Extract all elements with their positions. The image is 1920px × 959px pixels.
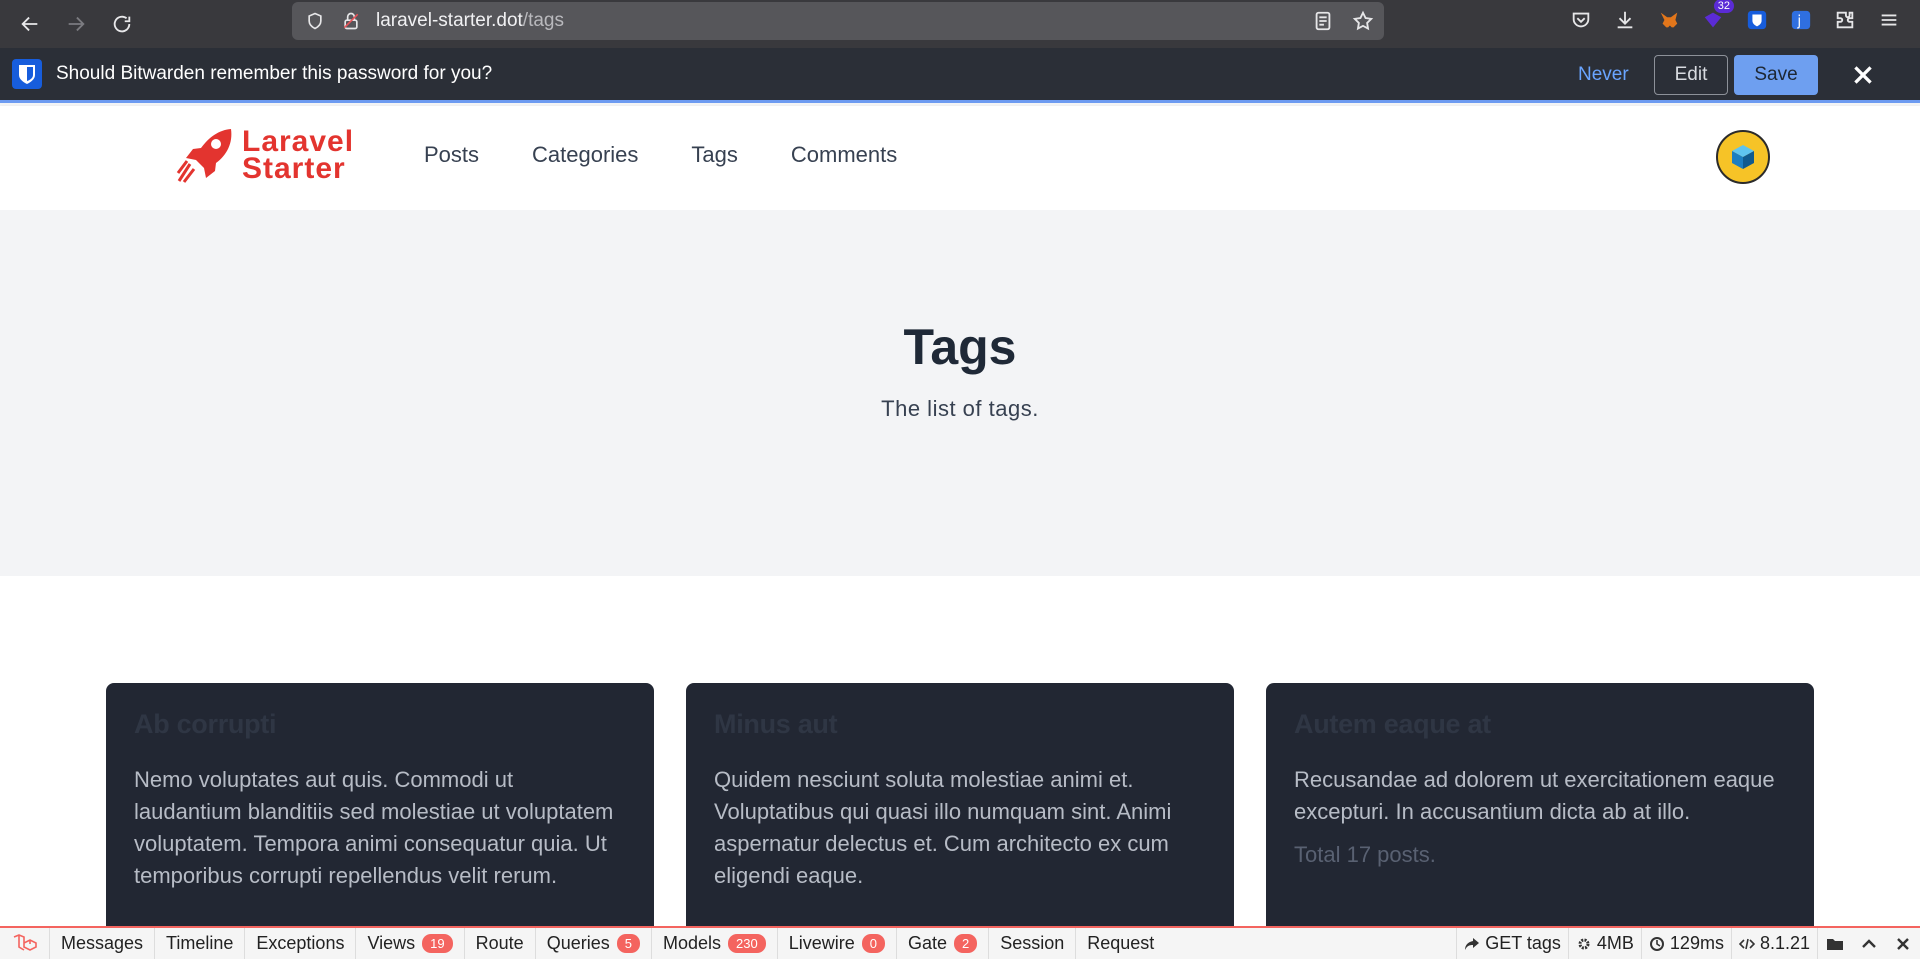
- folder-open-icon[interactable]: [1817, 928, 1852, 959]
- nav-comments[interactable]: Comments: [791, 142, 897, 168]
- tag-title[interactable]: Ab corrupti: [134, 709, 626, 740]
- chevron-up-icon[interactable]: [1852, 928, 1886, 959]
- svg-text:j: j: [1796, 14, 1801, 30]
- tag-title[interactable]: Autem eaque at: [1294, 709, 1786, 740]
- debug-tab-views[interactable]: Views 19: [356, 928, 465, 959]
- debug-tab-session[interactable]: Session: [989, 928, 1077, 959]
- debug-tab-gate[interactable]: Gate 2: [897, 928, 990, 959]
- share-arrow-icon: [1465, 937, 1480, 950]
- count-badge: 230: [727, 934, 766, 953]
- bitwarden-notification-bar: Should Bitwarden remember this password …: [0, 48, 1920, 103]
- lock-icon[interactable]: [340, 10, 362, 32]
- reload-icon[interactable]: [102, 4, 142, 44]
- edit-button[interactable]: Edit: [1654, 55, 1728, 95]
- debug-tab-messages[interactable]: Messages: [50, 928, 156, 959]
- tag-description: Quidem nesciunt soluta molestiae animi e…: [714, 767, 1172, 888]
- save-button[interactable]: Save: [1734, 55, 1818, 95]
- count-badge: 2: [953, 934, 978, 953]
- downloads-icon[interactable]: [1612, 7, 1638, 33]
- cogs-icon: [1578, 938, 1590, 949]
- menu-icon[interactable]: [1876, 7, 1902, 33]
- site-logo[interactable]: Laravel Starter: [176, 126, 354, 184]
- tag-description: Recusandae ad dolorem ut exercitationem …: [1294, 767, 1775, 824]
- url-path: /tags: [522, 10, 564, 31]
- debug-tab-timeline[interactable]: Timeline: [155, 928, 246, 959]
- back-icon[interactable]: [10, 4, 50, 44]
- debug-tab-exceptions[interactable]: Exceptions: [245, 928, 357, 959]
- tag-card[interactable]: Ab corrupti Nemo voluptates aut quis. Co…: [106, 683, 654, 959]
- purple-extension-icon[interactable]: 32: [1700, 0, 1734, 33]
- php-version-indicator: 8.1.21: [1730, 928, 1817, 959]
- site-header: Laravel Starter Posts Categories Tags Co…: [0, 106, 1920, 210]
- rocket-icon: [176, 129, 232, 183]
- logo-line-1: Laravel: [242, 125, 355, 158]
- code-icon: [1738, 938, 1755, 949]
- cube-icon: [1732, 145, 1754, 169]
- never-button[interactable]: Never: [1578, 64, 1629, 86]
- tag-description: Nemo voluptates aut quis. Commodi ut lau…: [134, 767, 614, 888]
- address-bar[interactable]: laravel-starter.dot/tags: [292, 2, 1384, 40]
- bitwarden-shield-icon: [12, 59, 42, 89]
- count-badge: 0: [861, 934, 885, 953]
- page-hero: Tags The list of tags.: [0, 210, 1920, 576]
- bitwarden-extension-icon[interactable]: [1744, 7, 1770, 33]
- clock-icon: [1649, 936, 1664, 951]
- debug-tab-models[interactable]: Models 230: [652, 928, 778, 959]
- page-subtitle: The list of tags.: [881, 396, 1039, 421]
- extensions-puzzle-icon[interactable]: [1832, 7, 1858, 33]
- pocket-icon[interactable]: [1568, 7, 1594, 33]
- tag-post-count: Total 17 posts.: [1294, 842, 1436, 867]
- tag-title[interactable]: Minus aut: [714, 709, 1206, 740]
- count-badge: 5: [616, 934, 640, 953]
- extension-badge: 32: [1713, 0, 1734, 13]
- memory-indicator: 4MB: [1567, 928, 1641, 959]
- browser-toolbar: laravel-starter.dot/tags 32 j: [0, 0, 1920, 48]
- request-indicator[interactable]: GET tags: [1456, 928, 1568, 959]
- bitwarden-message: Should Bitwarden remember this password …: [56, 63, 493, 84]
- user-avatar[interactable]: [1716, 130, 1770, 184]
- logo-line-2: Starter: [242, 152, 346, 185]
- tag-card[interactable]: Autem eaque at Recusandae ad dolorem ut …: [1266, 683, 1814, 959]
- reader-view-icon[interactable]: [1312, 10, 1334, 37]
- close-debugbar-icon[interactable]: [1886, 928, 1920, 959]
- laravel-logo-icon[interactable]: [0, 928, 50, 959]
- debug-tab-route[interactable]: Route: [465, 928, 536, 959]
- jira-extension-icon[interactable]: j: [1788, 7, 1814, 33]
- page-title: Tags: [903, 319, 1017, 375]
- nav-tags[interactable]: Tags: [691, 142, 737, 168]
- metamask-fox-icon[interactable]: [1656, 7, 1682, 33]
- tags-list: Ab corrupti Nemo voluptates aut quis. Co…: [0, 576, 1920, 959]
- forward-icon[interactable]: [56, 4, 96, 44]
- debug-tab-request[interactable]: Request: [1076, 928, 1165, 959]
- nav-categories[interactable]: Categories: [532, 142, 638, 168]
- shield-icon[interactable]: [304, 10, 326, 32]
- close-icon[interactable]: [1848, 60, 1878, 90]
- bookmark-star-icon[interactable]: [1352, 10, 1374, 37]
- tag-card[interactable]: Minus aut Quidem nesciunt soluta molesti…: [686, 683, 1234, 959]
- debug-tab-livewire[interactable]: Livewire 0: [778, 928, 897, 959]
- time-indicator: 129ms: [1640, 928, 1731, 959]
- main-nav: Posts Categories Tags Comments: [424, 142, 897, 168]
- url-host: laravel-starter.dot: [376, 10, 523, 31]
- nav-posts[interactable]: Posts: [424, 142, 479, 168]
- debug-tab-queries[interactable]: Queries 5: [536, 928, 652, 959]
- count-badge: 19: [422, 934, 453, 953]
- laravel-debugbar: Messages Timeline Exceptions Views 19 Rou…: [0, 926, 1920, 959]
